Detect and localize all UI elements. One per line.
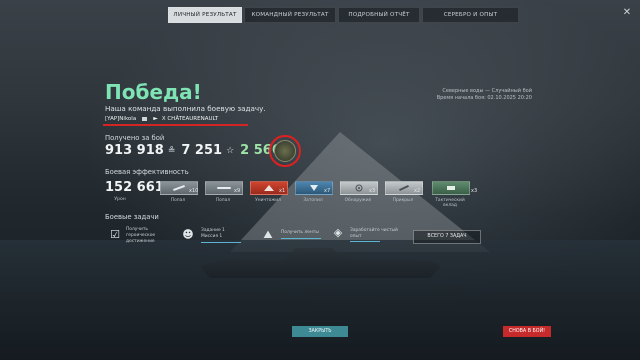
ribbon-task-icon: ⛰: [263, 228, 273, 241]
tab-team-result[interactable]: КОМАНДНЫЙ РЕЗУЛЬТАТ: [244, 7, 336, 23]
battle-result-subtitle: Наша команда выполнила боевую задачу.: [105, 104, 266, 113]
damage-label: Урон: [114, 197, 126, 202]
task-text: Задание 1 Миссия 1: [201, 228, 225, 239]
commander-icon: ☻: [182, 228, 194, 241]
ribbon-label: Тактический вклад: [435, 198, 465, 208]
flood-icon: [310, 185, 318, 191]
player-name: [YAP]Nikola: [105, 115, 137, 122]
ribbon-count: x10: [189, 188, 199, 194]
ribbon-label: Попал: [215, 198, 231, 203]
spotted-icon: [355, 184, 363, 192]
ribbon-label: Уничтожил: [255, 198, 281, 203]
ship-name: X CHÂTEAURENAULT: [161, 115, 219, 122]
received-label: Получено за бой: [105, 134, 165, 142]
ribbon-tactical[interactable]: [432, 181, 470, 195]
check-icon: ☑: [110, 228, 120, 241]
star-icon: ☆: [226, 145, 235, 156]
battle-again-button[interactable]: СНОВА В БОЙ!: [503, 326, 551, 337]
task-text: Заработайте чистый опыт: [350, 228, 398, 239]
destroyed-icon: [264, 185, 274, 191]
xp-value: 7 251: [181, 143, 223, 158]
result-tabs: ЛИЧНЫЙ РЕЗУЛЬТАТ КОМАНДНЫЙ РЕЗУЛЬТАТ ПОД…: [168, 7, 519, 23]
tactical-icon: [447, 186, 455, 190]
ribbon-label: Затопил: [303, 198, 323, 203]
highlight-circle: [269, 135, 301, 167]
highlight-underline: [103, 124, 248, 126]
tasks-label: Боевые задачи: [105, 213, 159, 221]
ribbon-count: x1: [279, 188, 286, 194]
credits-value: 913 918: [105, 143, 164, 158]
close-icon[interactable]: ✕: [620, 6, 634, 20]
player-info: [YAP]Nikola ► X CHÂTEAURENAULT: [105, 115, 218, 122]
diamond-icon: ◈: [333, 226, 343, 239]
battle-result-title: Победа!: [105, 80, 202, 104]
damage-value: 152 661: [105, 180, 164, 195]
tab-silver-and-xp[interactable]: СЕРЕБРО И ОПЫТ: [422, 7, 519, 23]
shell-hit-icon: [173, 185, 185, 191]
flag-icon: [142, 116, 148, 121]
task-progress-bar: [201, 242, 241, 243]
task-text: Получить героическое достижение: [126, 227, 156, 244]
ribbon-count: x3: [369, 188, 376, 194]
ribbon-label: Прикрыл: [392, 198, 414, 203]
ship-class-icon: ►: [153, 115, 158, 122]
ribbon-count: x7: [324, 188, 331, 194]
tab-personal-result[interactable]: ЛИЧНЫЙ РЕЗУЛЬТАТ: [168, 7, 242, 23]
task-text: Получить ленты: [281, 230, 319, 235]
efficiency-label: Боевая эффективность: [105, 168, 189, 176]
credits-icon: ≗: [167, 145, 176, 156]
ribbon-count: x9: [234, 188, 241, 194]
ribbon-label: Попал: [170, 198, 186, 203]
battle-start-time: Время начала боя: 02.10.2025 20:20: [436, 95, 532, 101]
map-mode: Северные воды — Случайный бой: [442, 88, 532, 94]
rewards-row: 913 918 ≗ 7 251 ☆ 2 566 ☆: [105, 143, 295, 158]
tab-detailed-report[interactable]: ПОДРОБНЫЙ ОТЧЁТ: [338, 7, 420, 23]
shield-icon: [399, 184, 409, 192]
ribbon-count: x2: [414, 188, 421, 194]
close-button[interactable]: ЗАКРЫТЬ: [292, 326, 348, 337]
task-progress-bar: [281, 238, 321, 239]
torpedo-hit-icon: [217, 187, 231, 189]
task-progress-bar: [350, 241, 380, 242]
all-tasks-button[interactable]: ВСЕГО 7 ЗАДАЧ: [413, 230, 481, 244]
ribbon-count: x3: [471, 188, 478, 194]
map-info: Северные воды — Случайный бой Время нача…: [437, 88, 532, 102]
ribbon-label: Обнаружил: [344, 198, 372, 203]
